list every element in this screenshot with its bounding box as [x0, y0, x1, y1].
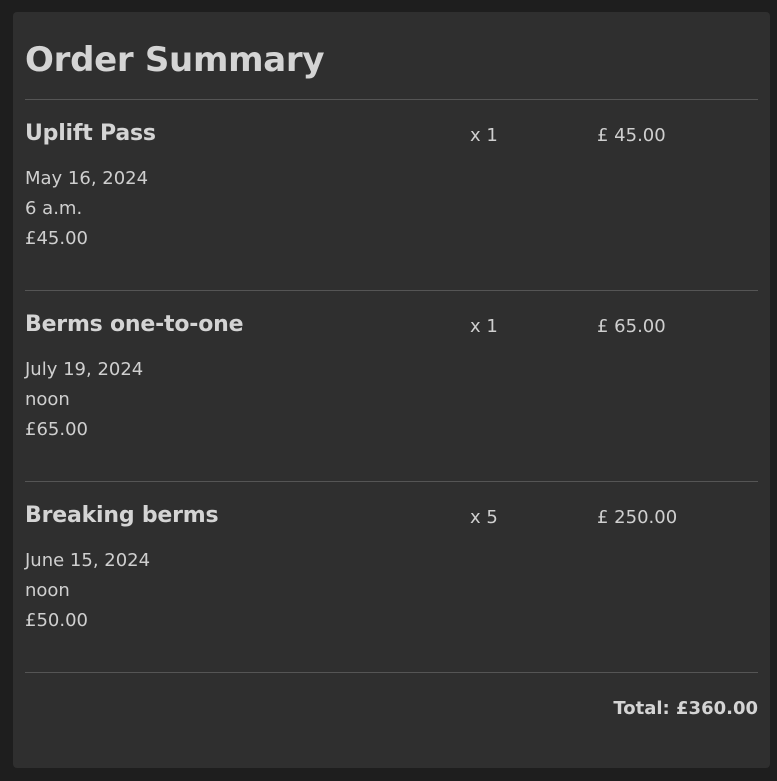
item-details: May 16, 2024 6 a.m. £45.00: [25, 164, 148, 254]
list-item: Berms one-to-one x 1 £ 65.00 July 19, 20…: [25, 291, 758, 481]
item-date: May 16, 2024: [25, 168, 149, 189]
order-summary-card: Order Summary Uplift Pass x 1 £ 45.00 Ma…: [13, 12, 770, 768]
item-name: Uplift Pass: [25, 121, 156, 146]
item-time: noon: [25, 580, 70, 601]
item-details: July 19, 2024 noon £65.00: [25, 355, 143, 445]
item-date: June 15, 2024: [25, 550, 151, 571]
item-details: June 15, 2024 noon £50.00: [25, 546, 150, 636]
list-item: Uplift Pass x 1 £ 45.00 May 16, 2024 6 a…: [25, 100, 758, 290]
order-total: Total: £360.00: [613, 698, 758, 719]
item-line-total: £ 250.00: [597, 507, 678, 528]
item-unit-price: £45.00: [25, 228, 88, 249]
item-line-total: £ 45.00: [597, 125, 666, 146]
item-date: July 19, 2024: [25, 359, 144, 380]
item-time: 6 a.m.: [25, 198, 83, 219]
item-line-total: £ 65.00: [597, 316, 666, 337]
item-quantity: x 5: [470, 507, 498, 528]
page-title: Order Summary: [25, 40, 325, 80]
item-unit-price: £65.00: [25, 419, 88, 440]
total-row: Total: £360.00: [25, 673, 758, 753]
list-item: Breaking berms x 5 £ 250.00 June 15, 202…: [25, 482, 758, 672]
item-name: Berms one-to-one: [25, 312, 244, 337]
item-unit-price: £50.00: [25, 610, 88, 631]
item-time: noon: [25, 389, 70, 410]
item-quantity: x 1: [470, 125, 498, 146]
item-name: Breaking berms: [25, 503, 219, 528]
item-quantity: x 1: [470, 316, 498, 337]
